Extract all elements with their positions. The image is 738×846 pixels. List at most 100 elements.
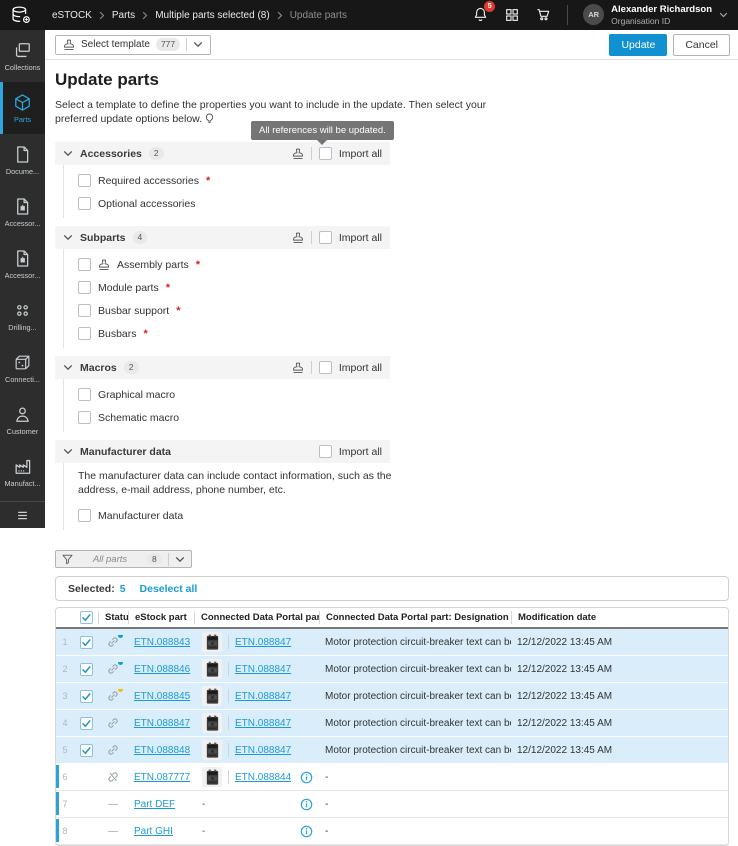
- sidebar-item-label: Drilling...: [8, 322, 37, 332]
- row-checkbox[interactable]: [79, 635, 93, 649]
- row-checkbox[interactable]: [79, 743, 93, 757]
- sidebar-item-collections[interactable]: Collections: [0, 30, 45, 82]
- sidebar-collapse-button[interactable]: [0, 501, 45, 528]
- select-all-checkbox[interactable]: [79, 611, 93, 624]
- top-bar: eSTOCK Parts Multiple parts selected (8) Up…: [0, 0, 738, 30]
- update-button[interactable]: Update: [609, 33, 668, 56]
- column-header-status[interactable]: Status: [98, 611, 128, 624]
- designation-cell: Motor protection circuit-breaker text ca…: [325, 636, 511, 648]
- sidebar-item-manufact[interactable]: Manufact...: [0, 446, 45, 498]
- portal-part-link[interactable]: ETN.088847: [235, 691, 291, 702]
- cart-icon[interactable]: [535, 6, 552, 23]
- parts-table: Status eStock part Connected Data Portal…: [55, 607, 729, 846]
- sidebar: Collections Parts Docume... Accessor... …: [0, 30, 45, 528]
- column-header-modification-date[interactable]: Modification date: [511, 611, 728, 624]
- row-checkbox[interactable]: [79, 662, 93, 676]
- user-name: Alexander Richardson: [611, 4, 712, 16]
- row-checkbox[interactable]: [79, 716, 93, 730]
- parts-filter-dropdown[interactable]: All parts 8: [55, 550, 192, 568]
- sidebar-item-parts[interactable]: Parts: [0, 82, 45, 134]
- table-row[interactable]: 4 ETN.088847 ETN.088847 Motor protection…: [56, 710, 728, 737]
- section-header[interactable]: Macros 2 Import all: [55, 356, 390, 379]
- notifications-bell-icon[interactable]: 5: [472, 1, 496, 23]
- section-divider: [310, 361, 312, 374]
- option-checkbox[interactable]: [78, 174, 91, 187]
- sidebar-item-docume[interactable]: Docume...: [0, 134, 45, 186]
- sidebar-item-accessor[interactable]: Accessor...: [0, 238, 45, 290]
- cube-icon: [13, 93, 32, 112]
- import-all-checkbox[interactable]: [318, 231, 332, 244]
- modification-date-cell: 12/12/2022 13:45 AM: [517, 717, 613, 729]
- cancel-button[interactable]: Cancel: [673, 33, 730, 56]
- update-section: Subparts 4 Import all Assembly parts * M…: [55, 226, 729, 348]
- table-row[interactable]: 3 ETN.088845 ETN.088847 Motor protection…: [56, 683, 728, 710]
- import-all-checkbox[interactable]: [318, 361, 332, 374]
- required-asterisk: *: [165, 281, 170, 294]
- option-checkbox[interactable]: [78, 509, 91, 522]
- select-template-dropdown[interactable]: Select template 777: [55, 34, 212, 55]
- section-header[interactable]: Accessories 2 Import all: [55, 142, 390, 165]
- table-row[interactable]: 8 — Part GHI - -: [56, 818, 728, 845]
- sidebar-item-label: Parts: [13, 114, 32, 124]
- accessory-file-icon: [13, 197, 32, 216]
- portal-part-link[interactable]: ETN.088847: [235, 664, 291, 675]
- estock-logo-icon[interactable]: [10, 5, 32, 25]
- deselect-all-link[interactable]: Deselect all: [140, 583, 198, 595]
- estock-part-link[interactable]: ETN.088846: [134, 664, 190, 675]
- portal-part-link[interactable]: ETN.088847: [235, 718, 291, 729]
- estock-part-link[interactable]: ETN.087777: [134, 772, 190, 783]
- column-header-estock-part[interactable]: eStock part: [128, 611, 194, 624]
- status-dot: [118, 635, 123, 638]
- table-row[interactable]: 5 ETN.088848 ETN.088847 Motor protection…: [56, 737, 728, 764]
- table-header: Status eStock part Connected Data Portal…: [56, 608, 728, 629]
- section-header[interactable]: Manufacturer data Import all: [55, 440, 390, 463]
- info-icon[interactable]: [300, 771, 313, 784]
- sidebar-item-drilling[interactable]: Drilling...: [0, 290, 45, 342]
- table-row[interactable]: 2 ETN.088846 ETN.088847 Motor protection…: [56, 656, 728, 683]
- cell-divider: [228, 689, 229, 703]
- section-header[interactable]: Subparts 4 Import all: [55, 226, 390, 249]
- table-row[interactable]: 1 ETN.088843 ETN.088847 Motor protection…: [56, 629, 728, 656]
- breadcrumb-item[interactable]: Parts: [112, 10, 135, 21]
- column-header-designation[interactable]: Connected Data Portal part: Designation …: [319, 611, 511, 624]
- option-checkbox[interactable]: [78, 258, 91, 271]
- estock-part-link[interactable]: ETN.088845: [134, 691, 190, 702]
- section-count-badge: 2: [148, 147, 164, 160]
- cell-divider: [228, 716, 229, 730]
- row-checkbox[interactable]: [79, 689, 93, 703]
- template-stamp-icon: [98, 259, 110, 271]
- accessory-file-icon: [13, 249, 32, 268]
- estock-part-link[interactable]: Part DEF: [134, 799, 175, 810]
- sidebar-item-connecti[interactable]: Connecti...: [0, 342, 45, 394]
- option-checkbox[interactable]: [78, 197, 91, 210]
- breadcrumb-item[interactable]: Multiple parts selected (8): [155, 10, 270, 21]
- option-checkbox[interactable]: [78, 388, 91, 401]
- option-checkbox[interactable]: [78, 411, 91, 424]
- product-thumbnail: [202, 767, 222, 787]
- column-header-portal-part[interactable]: Connected Data Portal part: [194, 611, 319, 624]
- estock-part-link[interactable]: ETN.088848: [134, 745, 190, 756]
- info-icon[interactable]: [300, 825, 313, 838]
- option-checkbox[interactable]: [78, 327, 91, 340]
- info-icon[interactable]: [300, 798, 313, 811]
- sidebar-item-accessor[interactable]: Accessor...: [0, 186, 45, 238]
- section-option: Manufacturer data: [78, 505, 729, 526]
- estock-part-link[interactable]: ETN.088847: [134, 718, 190, 729]
- sidebar-item-customer[interactable]: Customer: [0, 394, 45, 446]
- import-all-checkbox[interactable]: [318, 445, 332, 458]
- portal-part-link[interactable]: ETN.088847: [235, 637, 291, 648]
- table-row[interactable]: 7 — Part DEF - -: [56, 791, 728, 818]
- chevron-down-icon: [719, 12, 728, 18]
- portal-part-link[interactable]: ETN.088844: [235, 772, 291, 783]
- hamburger-icon: [15, 508, 30, 523]
- estock-part-link[interactable]: ETN.088843: [134, 637, 190, 648]
- link-icon: [106, 689, 123, 703]
- option-checkbox[interactable]: [78, 281, 91, 294]
- table-row[interactable]: 6 ETN.087777 ETN.088844 -: [56, 764, 728, 791]
- user-menu[interactable]: AR Alexander Richardson Organisation ID: [583, 4, 728, 26]
- apps-grid-icon[interactable]: [504, 7, 520, 23]
- estock-part-link[interactable]: Part GHI: [134, 826, 173, 837]
- breadcrumb-item[interactable]: eSTOCK: [52, 10, 92, 21]
- portal-part-link[interactable]: ETN.088847: [235, 745, 291, 756]
- option-checkbox[interactable]: [78, 304, 91, 317]
